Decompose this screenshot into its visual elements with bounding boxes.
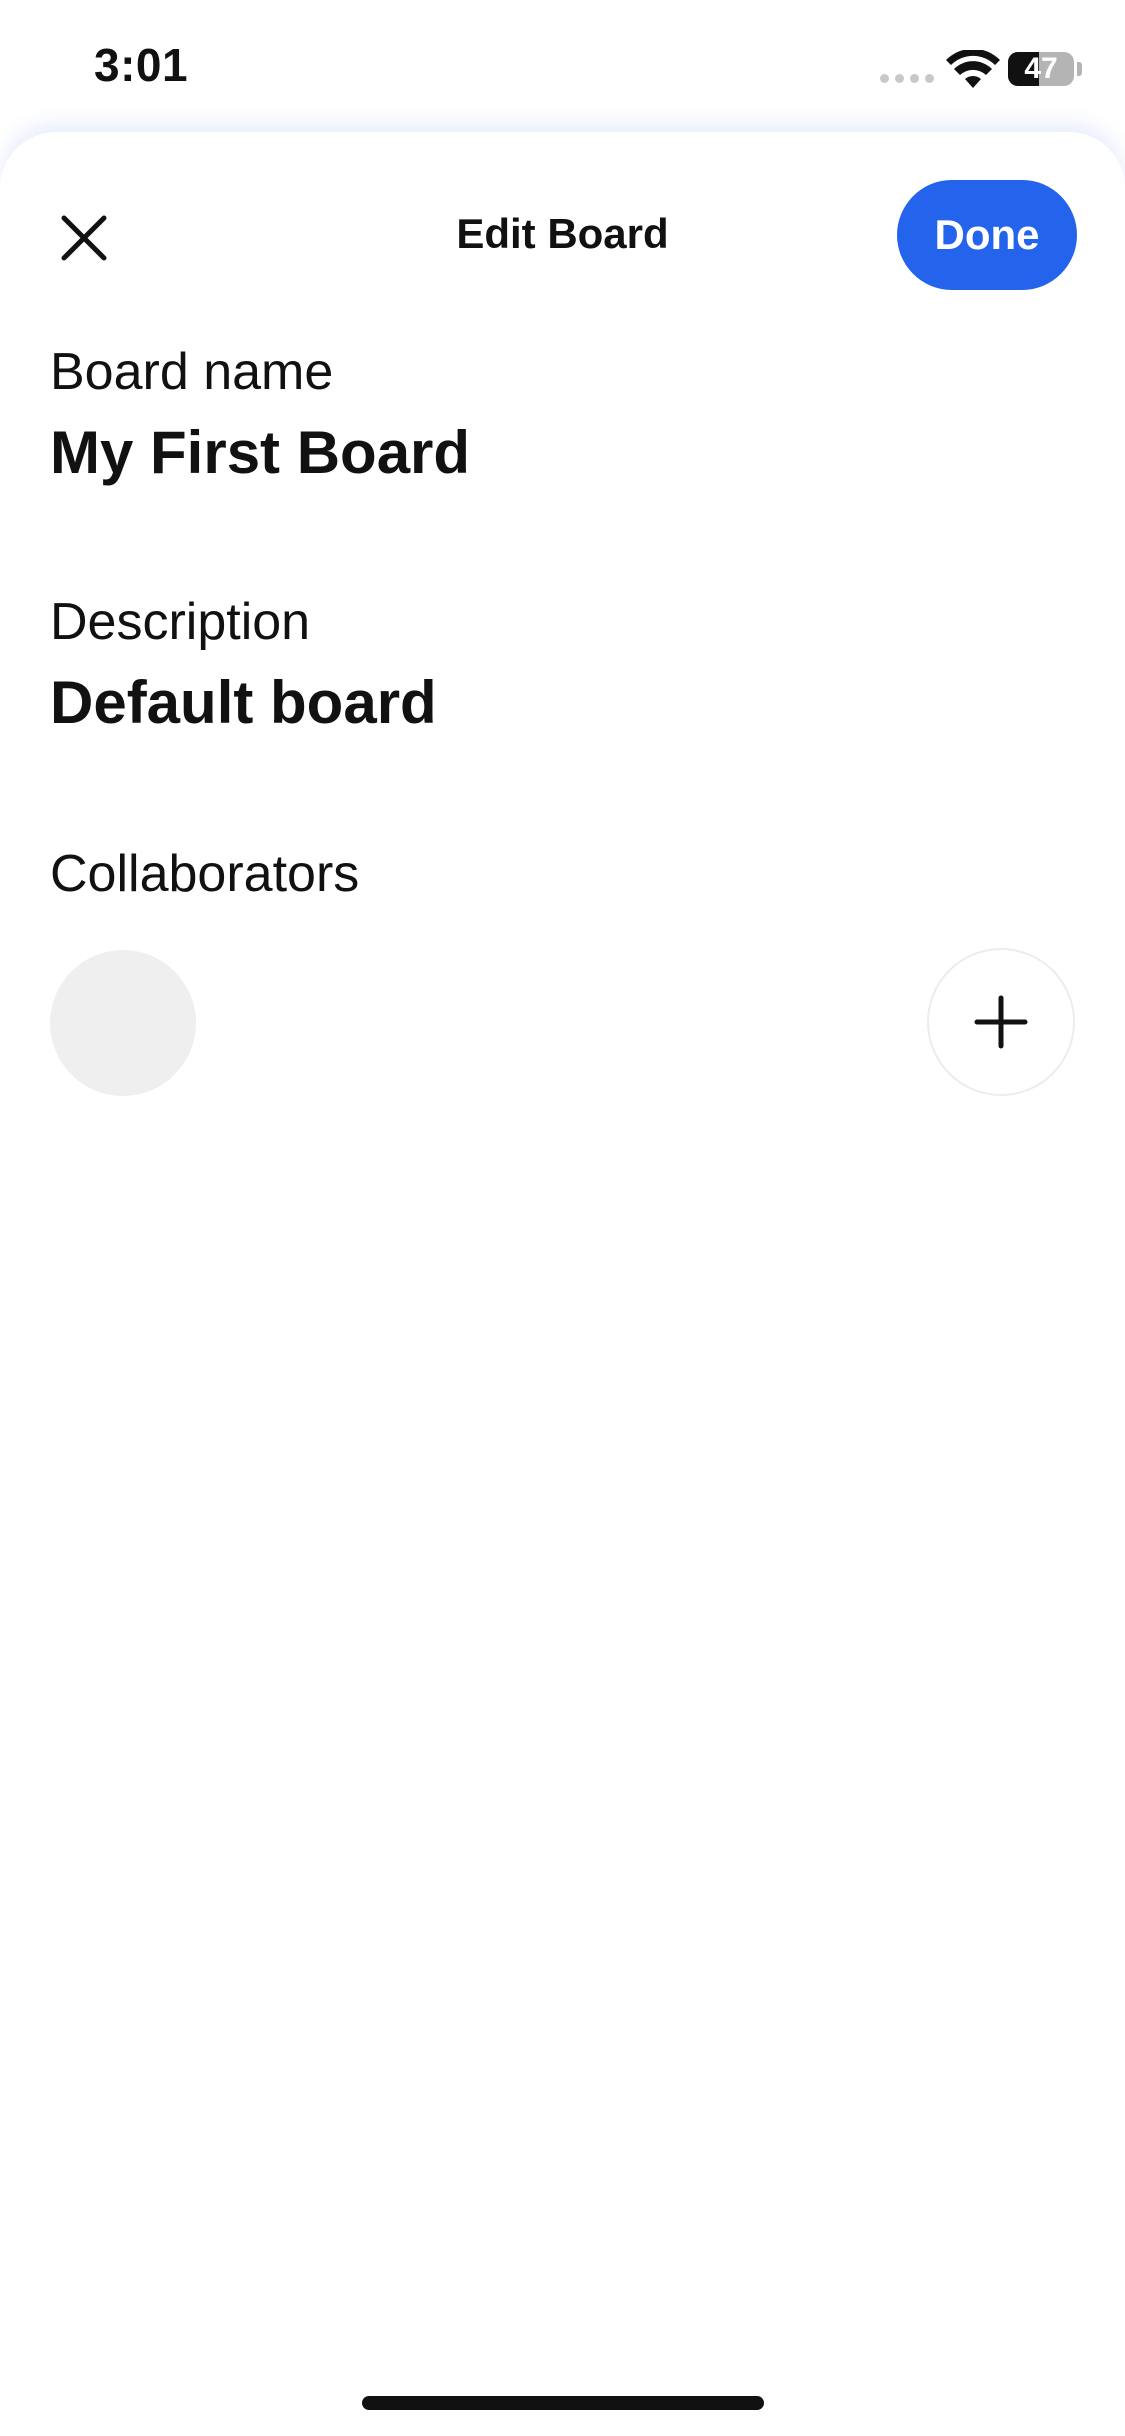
battery-level: 47 <box>1024 52 1058 85</box>
avatar <box>50 950 196 1096</box>
edit-board-sheet: Edit Board Done Board name My First Boar… <box>0 132 1125 2436</box>
board-name-field[interactable]: My First Board <box>50 418 470 487</box>
description-field[interactable]: Default board <box>50 668 437 737</box>
battery-icon: 47 <box>1008 52 1074 86</box>
description-label: Description <box>50 593 311 651</box>
home-indicator <box>362 2396 764 2410</box>
status-time: 3:01 <box>94 39 189 91</box>
plus-icon <box>974 995 1028 1049</box>
collaborators-label: Collaborators <box>50 845 360 903</box>
cellular-signal-icon <box>880 74 934 83</box>
battery-cap <box>1077 62 1082 76</box>
wifi-icon <box>946 50 1000 88</box>
board-name-label: Board name <box>50 343 334 401</box>
add-collaborator-button[interactable] <box>927 948 1075 1096</box>
done-button[interactable]: Done <box>897 180 1077 290</box>
status-bar: 3:01 47 <box>0 0 1125 132</box>
